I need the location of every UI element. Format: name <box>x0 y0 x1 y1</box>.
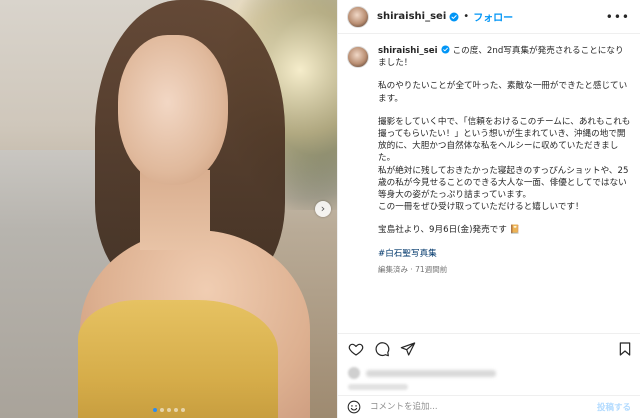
caption-body: shiraishi_sei この度、2nd写真集が発売されることになりました！ 私… <box>378 45 632 276</box>
caption-paragraph-1: 私のやりたいことが全て叶った、素敵な一冊ができたと感じています。 <box>378 81 628 104</box>
post-header: shiraishi_sei • フォロー ••• <box>338 0 640 34</box>
comment-icon[interactable] <box>374 341 390 357</box>
action-bar <box>338 333 640 357</box>
post-photo[interactable]: › <box>0 0 337 418</box>
carousel-dot <box>153 408 157 412</box>
caption-username[interactable]: shiraishi_sei <box>378 46 438 56</box>
caption-first-line: shiraishi_sei この度、2nd写真集が発売されることになりました！ <box>378 45 632 69</box>
header-username[interactable]: shiraishi_sei <box>377 11 446 22</box>
likes-text-blurred <box>366 369 496 377</box>
caption-meta: 編集済み · 71週間前 <box>378 264 448 274</box>
share-icon[interactable] <box>400 341 416 357</box>
heart-icon[interactable] <box>348 341 364 357</box>
carousel-dot <box>181 408 185 412</box>
caption-paragraph-3: 宝島社より、9月6日(金)発売です 📔 <box>378 224 632 236</box>
caption-release-text: 宝島社より、9月6日(金)発売です <box>378 225 507 236</box>
comment-input[interactable] <box>370 399 570 415</box>
carousel-dot <box>167 408 171 412</box>
post-comment-button[interactable]: 投稿する <box>597 401 631 413</box>
caption-line: 私が絶対に残しておきたかった寝起きのすっぴんショットや、25歳の私が今見せること… <box>378 165 629 201</box>
caption-area: shiraishi_sei この度、2nd写真集が発売されることになりました！ 私… <box>338 35 640 325</box>
chevron-right-icon[interactable]: › <box>315 201 331 217</box>
photo-face <box>118 35 228 185</box>
carousel-dots <box>153 408 185 412</box>
emoji-icon[interactable] <box>347 400 361 414</box>
carousel-dot <box>160 408 164 412</box>
caption-line: 撮影をしていく中で、「信頼をおけるこのチームに、あれもこれも撮ってもらいたい！」… <box>378 116 631 164</box>
comment-bar: 投稿する <box>338 395 640 418</box>
post-date-blurred <box>348 384 408 390</box>
liker-avatar <box>348 367 360 379</box>
book-emoji-icon: 📔 <box>509 225 521 236</box>
avatar[interactable] <box>347 46 369 68</box>
verified-badge-icon <box>440 45 450 54</box>
follow-button[interactable]: フォロー <box>473 9 513 24</box>
caption-line: この一冊をぜひ受け取っていただけると嬉しいです！ <box>378 202 584 213</box>
photo-dress <box>78 300 278 418</box>
hashtag-link[interactable]: #白石聖写真集 <box>378 248 632 260</box>
follow-separator: • <box>463 11 470 22</box>
post-details: shiraishi_sei • フォロー ••• shiraishi_sei この… <box>337 0 640 418</box>
avatar[interactable] <box>347 5 369 28</box>
verified-badge-icon <box>449 12 459 21</box>
carousel-dot <box>174 408 178 412</box>
bookmark-icon[interactable] <box>617 341 633 357</box>
likes-row-blurred <box>348 364 528 382</box>
more-horizontal-icon[interactable]: ••• <box>606 10 630 24</box>
caption-row: shiraishi_sei この度、2nd写真集が発売されることになりました！ 私… <box>347 45 632 276</box>
caption-paragraph-2: 撮影をしていく中で、「信頼をおけるこのチームに、あれもこれも撮ってもらいたい！」… <box>378 116 632 214</box>
